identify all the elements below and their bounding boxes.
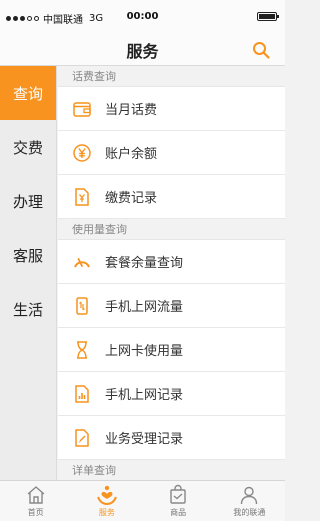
list-item-label: 账户余额 <box>105 147 158 162</box>
service-hand-icon <box>96 485 117 506</box>
list-item-label: 缴费记录 <box>105 191 158 206</box>
list-item-label: 业务受理记录 <box>105 432 184 447</box>
list-item-account-balance[interactable]: 账户余额 <box>58 131 285 175</box>
user-icon <box>241 486 258 505</box>
tab-label: 服务 <box>98 508 115 517</box>
yen-document-icon <box>75 187 89 206</box>
status-time: 00:00 <box>126 11 159 22</box>
tab-label: 首页 <box>27 508 44 517</box>
battery-icon <box>257 12 279 21</box>
status-bar: 中国联通 3G 00:00 <box>0 0 285 34</box>
list-item-label: 上网卡使用量 <box>105 344 184 359</box>
service-screen: 中国联通 3G 00:00 服务 查询 交费 办理 客服 生活 话费查询 当月话… <box>0 0 285 521</box>
sidebar-item-label: 交费 <box>12 138 43 157</box>
sidebar-item-life[interactable]: 生活 <box>0 282 56 336</box>
sidebar-item-handle[interactable]: 办理 <box>0 174 56 228</box>
list-item-label: 套餐余量查询 <box>105 256 184 271</box>
tab-my-unicom[interactable]: 我的联通 <box>214 481 285 521</box>
page-title: 服务 <box>126 42 159 61</box>
sidebar-item-query[interactable]: 查询 <box>0 66 56 120</box>
section-header-bill-query: 话费查询 <box>58 66 285 87</box>
category-sidebar: 查询 交费 办理 客服 生活 <box>0 66 57 480</box>
wallet-icon <box>73 101 91 117</box>
phone-data-icon <box>76 296 88 315</box>
sidebar-item-label: 生活 <box>12 300 43 319</box>
home-icon <box>27 486 45 504</box>
shopping-bag-icon <box>170 484 186 504</box>
tab-label: 商品 <box>170 508 187 517</box>
bar-document-icon <box>75 384 89 403</box>
tab-service[interactable]: 服务 <box>71 481 142 521</box>
sidebar-item-customer-service[interactable]: 客服 <box>0 228 56 282</box>
list-item-label: 当月话费 <box>105 103 158 118</box>
hourglass-icon <box>77 340 87 359</box>
list-item-package-remaining[interactable]: 套餐余量查询 <box>58 240 285 284</box>
section-header-usage-query: 使用量查询 <box>58 219 285 240</box>
sidebar-item-label: 查询 <box>12 84 43 103</box>
list-item-service-record[interactable]: 业务受理记录 <box>58 416 285 460</box>
search-icon[interactable] <box>251 40 271 60</box>
sidebar-item-label: 客服 <box>12 246 43 265</box>
list-item-monthly-bill[interactable]: 当月话费 <box>58 87 285 131</box>
list-item-datacard-usage[interactable]: 上网卡使用量 <box>58 328 285 372</box>
section-header-detail-query: 详单查询 <box>58 460 285 480</box>
tab-home[interactable]: 首页 <box>0 481 71 521</box>
list-item-mobile-data[interactable]: 手机上网流量 <box>58 284 285 328</box>
nav-bar: 服务 <box>0 34 285 66</box>
pen-document-icon <box>75 428 89 447</box>
yen-icon <box>73 143 91 162</box>
sidebar-item-payment[interactable]: 交费 <box>0 120 56 174</box>
tab-label: 我的联通 <box>233 508 266 517</box>
gauge-icon <box>74 257 90 267</box>
sidebar-item-label: 办理 <box>12 192 43 211</box>
list-item-label: 手机上网流量 <box>105 300 184 315</box>
tab-goods[interactable]: 商品 <box>143 481 214 521</box>
list-item-payment-record[interactable]: 缴费记录 <box>58 175 285 219</box>
list-item-mobile-internet-record[interactable]: 手机上网记录 <box>58 372 285 416</box>
list-item-label: 手机上网记录 <box>105 388 184 403</box>
service-list: 话费查询 当月话费 账户余额 缴费记录 使用量查询 套餐余量查询 手机上网流量 … <box>58 66 285 480</box>
tab-bar: 首页 服务 商品 我的联通 <box>0 480 285 521</box>
